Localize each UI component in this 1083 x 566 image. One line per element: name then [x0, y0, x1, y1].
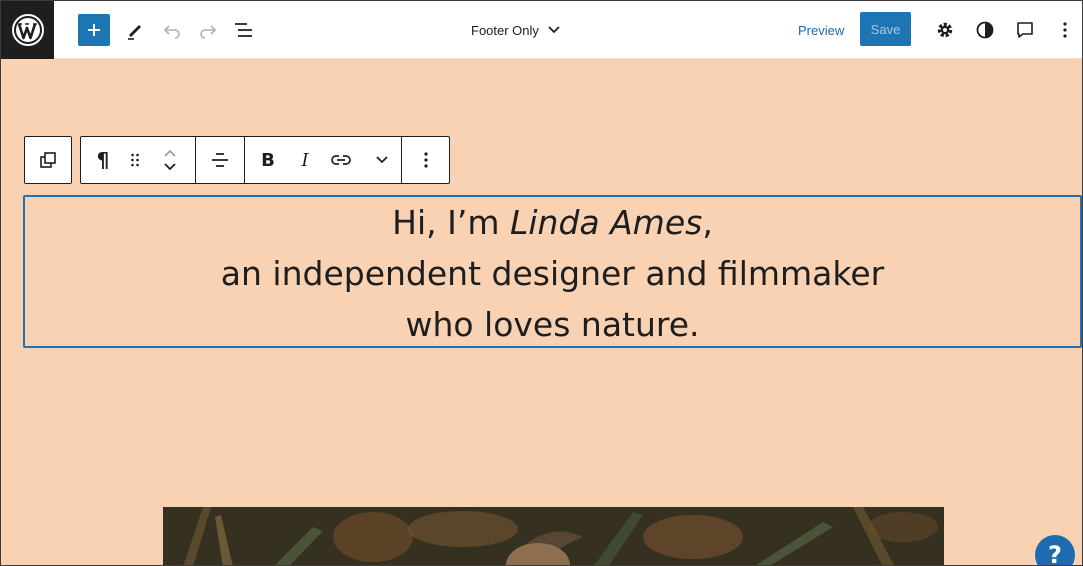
options-group — [402, 137, 450, 183]
italic-button[interactable]: I — [291, 137, 319, 183]
align-center-icon — [212, 153, 228, 167]
alignment-group — [196, 137, 245, 183]
link-button[interactable] — [319, 137, 363, 183]
editor-canvas[interactable]: ¶ B I Hi, I’m Linda Ames, an independent… — [1, 59, 1082, 565]
drag-handle[interactable] — [125, 137, 145, 183]
chevron-down-icon[interactable] — [163, 163, 177, 171]
image-block[interactable] — [163, 507, 944, 565]
greeting-text: Hi, I’m — [392, 203, 510, 242]
list-view-icon — [235, 23, 252, 37]
settings-button[interactable] — [930, 15, 960, 45]
undo-button[interactable] — [157, 15, 187, 45]
chevron-up-icon[interactable] — [163, 149, 177, 157]
chevron-down-icon — [376, 156, 388, 164]
nature-photo — [163, 507, 944, 565]
paragraph-block[interactable]: Hi, I’m Linda Ames, an independent desig… — [23, 195, 1082, 348]
chevron-down-icon — [548, 26, 560, 34]
drag-dots-icon — [131, 153, 139, 167]
paragraph-type-button[interactable]: ¶ — [81, 137, 125, 183]
move-block-control[interactable] — [145, 137, 195, 183]
document-overview-button[interactable] — [229, 15, 259, 45]
editor-header: Footer Only Preview Save — [1, 1, 1082, 59]
formatting-group: B I — [245, 137, 402, 183]
add-block-button[interactable] — [78, 14, 110, 46]
comma-text: , — [702, 203, 713, 242]
undo-icon — [163, 25, 180, 39]
more-formatting-button[interactable] — [363, 137, 401, 183]
editor-window: Footer Only Preview Save ¶ B I Hi, I’m L… — [0, 0, 1083, 566]
vertical-ellipsis-icon — [424, 152, 428, 168]
vertical-ellipsis-icon — [1063, 22, 1067, 38]
document-title-dropdown[interactable]: Footer Only — [471, 18, 561, 42]
redo-button[interactable] — [193, 15, 223, 45]
select-parent-button[interactable] — [24, 136, 72, 184]
wordpress-logo-icon[interactable] — [1, 1, 54, 59]
comment-icon — [1017, 22, 1033, 38]
gear-icon — [937, 22, 953, 38]
paragraph-line-2: an independent designer and filmmaker — [220, 254, 885, 293]
document-title: Footer Only — [471, 22, 539, 38]
options-button[interactable] — [1050, 15, 1080, 45]
link-icon — [331, 155, 351, 165]
block-options-button[interactable] — [402, 137, 450, 183]
comments-button[interactable] — [1010, 15, 1040, 45]
preview-button[interactable]: Preview — [790, 18, 852, 42]
block-type-group: ¶ — [81, 137, 196, 183]
align-text-button[interactable] — [196, 137, 244, 183]
name-text: Linda Ames — [509, 203, 703, 242]
parent-block-icon — [40, 152, 56, 168]
bold-button[interactable]: B — [245, 137, 291, 183]
redo-icon — [200, 25, 217, 39]
save-button[interactable]: Save — [860, 12, 911, 46]
paragraph-line-3: who loves nature. — [405, 305, 700, 344]
block-toolbar: ¶ B I — [80, 136, 450, 184]
edit-tools-button[interactable] — [120, 15, 150, 45]
pencil-icon — [128, 25, 141, 40]
half-circle-icon — [976, 21, 994, 39]
styles-button[interactable] — [970, 15, 1000, 45]
paragraph-line-1: Hi, I’m Linda Ames, — [25, 197, 1080, 248]
plus-icon — [88, 24, 100, 36]
